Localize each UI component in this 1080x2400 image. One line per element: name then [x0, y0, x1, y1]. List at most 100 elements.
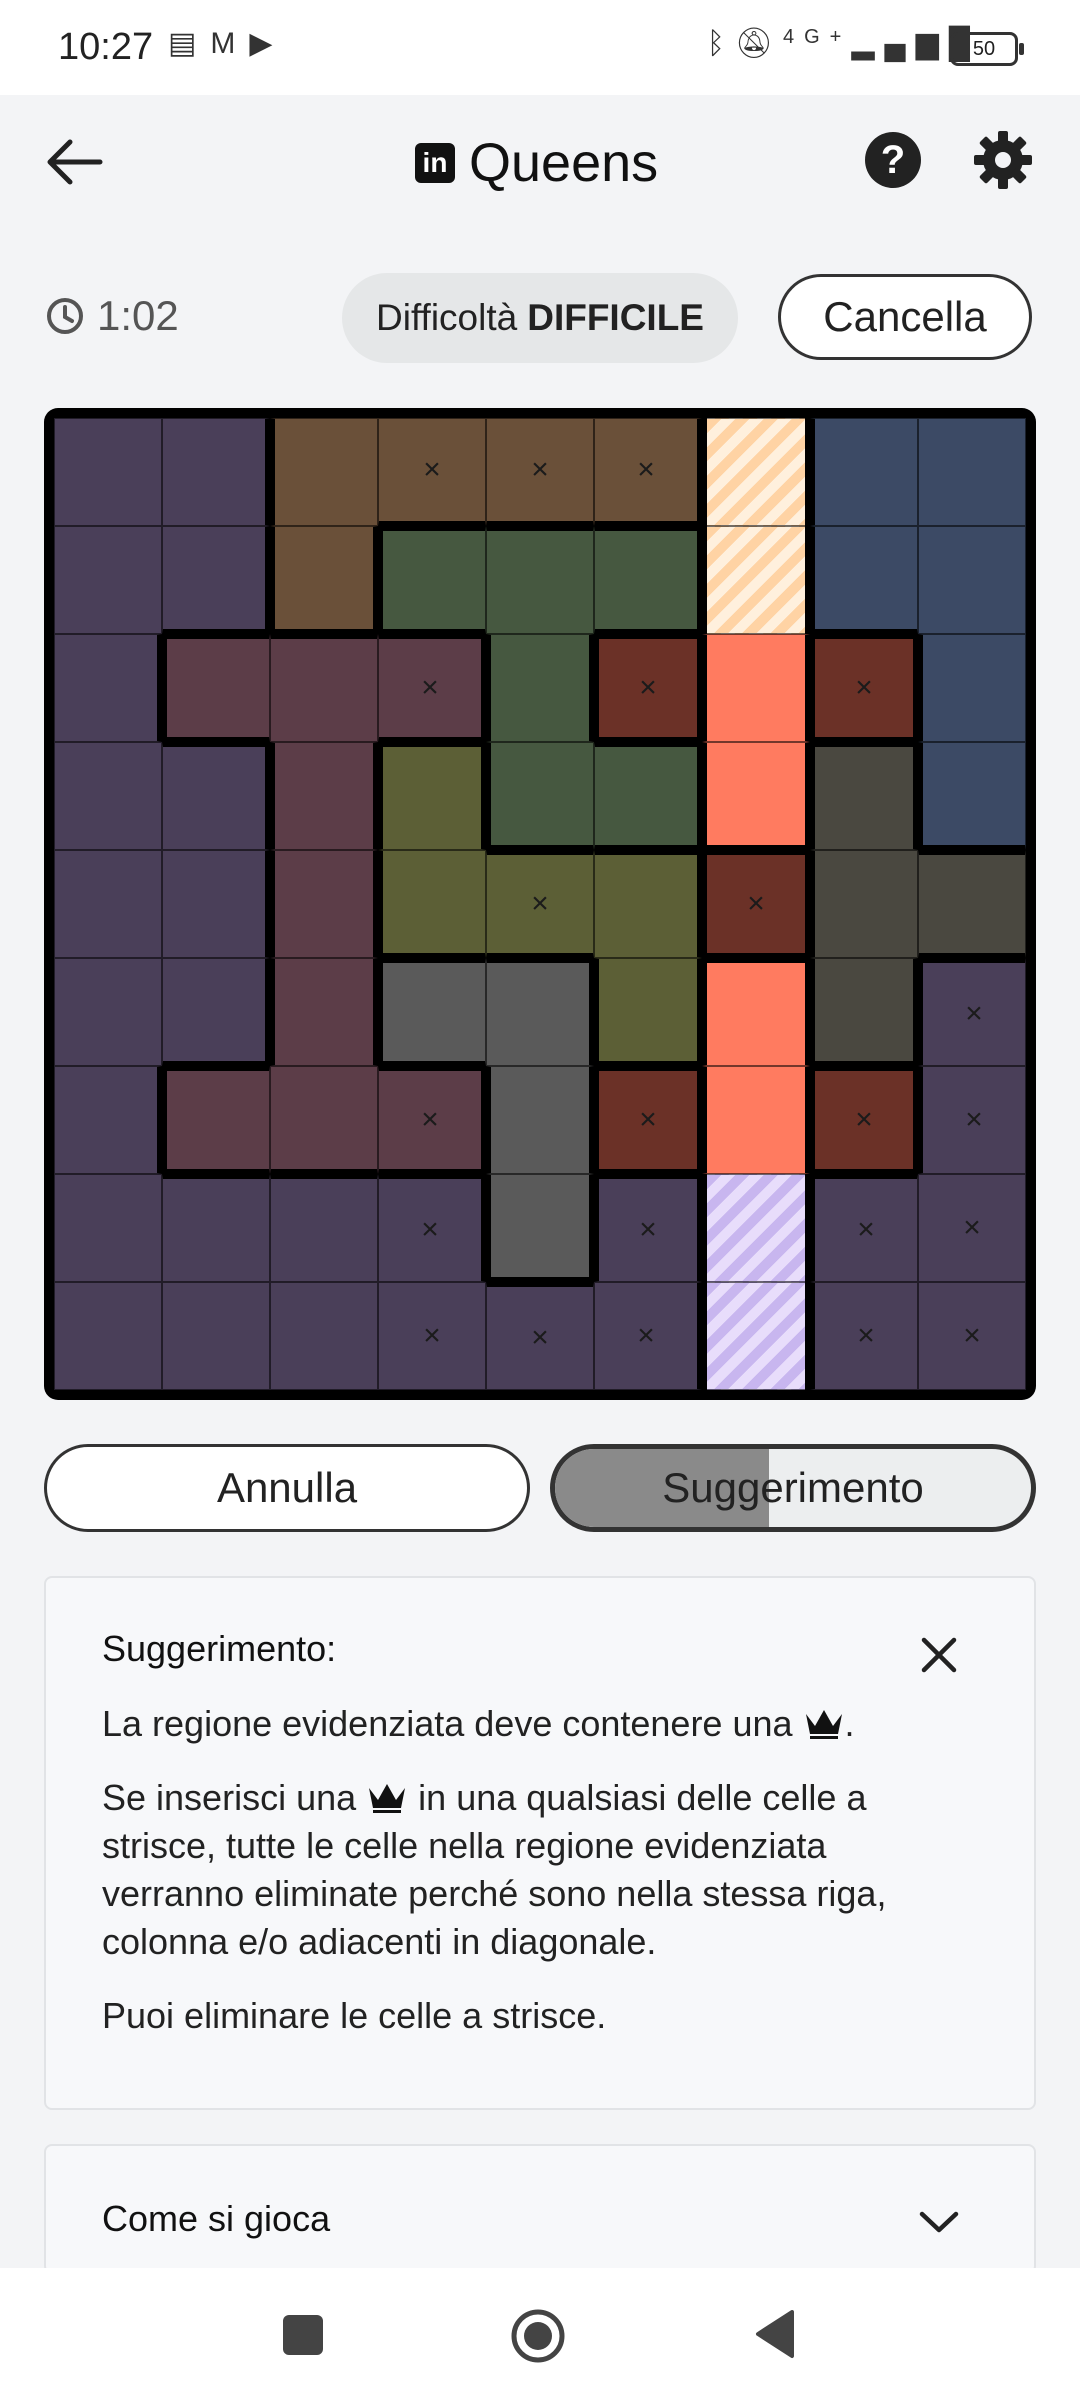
hint-button[interactable]: Suggerimento	[550, 1444, 1036, 1532]
board-cell[interactable]	[486, 958, 594, 1066]
board-cell[interactable]	[270, 634, 378, 742]
board-cell[interactable]: ×	[918, 1282, 1026, 1390]
board-cell[interactable]	[54, 742, 162, 850]
x-mark: ×	[639, 671, 657, 704]
board-cell[interactable]	[702, 1174, 810, 1282]
board-cell[interactable]: ×	[594, 1174, 702, 1282]
board-cell[interactable]	[162, 742, 270, 850]
board-cell[interactable]	[702, 634, 810, 742]
undo-button[interactable]: Annulla	[44, 1444, 530, 1532]
board-cell[interactable]	[162, 418, 270, 526]
board-cell[interactable]: ×	[702, 850, 810, 958]
board-cell[interactable]	[918, 850, 1026, 958]
board-cell[interactable]: ×	[918, 958, 1026, 1066]
board-cell[interactable]	[486, 1174, 594, 1282]
board-cell[interactable]	[54, 526, 162, 634]
board-cell[interactable]	[54, 1174, 162, 1282]
board-cell[interactable]	[270, 526, 378, 634]
how-to-play-accordion[interactable]: Come si gioca	[44, 2144, 1036, 2274]
board-cell[interactable]	[810, 958, 918, 1066]
board-cell[interactable]	[162, 1174, 270, 1282]
board-cell[interactable]	[270, 1174, 378, 1282]
board-cell[interactable]	[486, 1066, 594, 1174]
board-cell[interactable]: ×	[486, 1282, 594, 1390]
x-mark: ×	[747, 887, 765, 920]
board-cell[interactable]: ×	[810, 634, 918, 742]
board-cell[interactable]	[54, 1282, 162, 1390]
board-cell[interactable]: ×	[594, 418, 702, 526]
board-cell[interactable]	[270, 850, 378, 958]
board-cell[interactable]	[54, 958, 162, 1066]
gear-icon[interactable]	[970, 127, 1036, 193]
board-cell[interactable]	[270, 418, 378, 526]
board-cell[interactable]: ×	[378, 634, 486, 742]
board-cell[interactable]	[702, 418, 810, 526]
board-cell[interactable]	[594, 742, 702, 850]
board-cell[interactable]	[810, 418, 918, 526]
board-cell[interactable]	[162, 850, 270, 958]
board-cell[interactable]: ×	[594, 634, 702, 742]
board-cell[interactable]	[594, 958, 702, 1066]
close-icon[interactable]	[918, 1634, 960, 1676]
board-cell[interactable]	[594, 526, 702, 634]
board-cell[interactable]: ×	[486, 850, 594, 958]
board-cell[interactable]	[486, 634, 594, 742]
board-cell[interactable]	[702, 1282, 810, 1390]
board-cell[interactable]	[810, 850, 918, 958]
board-cell[interactable]	[918, 418, 1026, 526]
board-cell[interactable]: ×	[810, 1066, 918, 1174]
recents-icon[interactable]	[283, 2315, 323, 2355]
board-cell[interactable]	[702, 958, 810, 1066]
board-cell[interactable]	[54, 418, 162, 526]
board-cell[interactable]	[54, 634, 162, 742]
board-cell[interactable]	[378, 526, 486, 634]
board-cell[interactable]: ×	[378, 1066, 486, 1174]
board-cell[interactable]	[270, 1066, 378, 1174]
board-cell[interactable]: ×	[486, 418, 594, 526]
board-cell[interactable]	[162, 958, 270, 1066]
board-cell[interactable]	[162, 526, 270, 634]
board-cell[interactable]	[378, 742, 486, 850]
board-cell[interactable]	[918, 634, 1026, 742]
board-cell[interactable]	[162, 1066, 270, 1174]
board-cell[interactable]	[486, 742, 594, 850]
nav-back-icon[interactable]	[752, 2308, 796, 2360]
page-title: Queens	[469, 133, 659, 193]
board-cell[interactable]: ×	[810, 1282, 918, 1390]
board-cell[interactable]	[270, 958, 378, 1066]
board-cell[interactable]	[270, 742, 378, 850]
board-cell[interactable]: ×	[378, 1282, 486, 1390]
help-icon[interactable]: ?	[865, 132, 921, 188]
board-cell[interactable]: ×	[918, 1066, 1026, 1174]
difficulty-value: DIFFICILE	[527, 297, 704, 338]
board-cell[interactable]	[810, 526, 918, 634]
board-cell[interactable]	[918, 742, 1026, 850]
board-cell[interactable]	[702, 1066, 810, 1174]
board-cell[interactable]	[162, 634, 270, 742]
board-cell[interactable]	[702, 526, 810, 634]
back-arrow-icon[interactable]	[40, 127, 110, 197]
board-cell[interactable]	[378, 958, 486, 1066]
board-cell[interactable]	[486, 526, 594, 634]
board-cell[interactable]: ×	[918, 1174, 1026, 1282]
home-icon[interactable]	[510, 2308, 566, 2364]
board-cell[interactable]	[810, 742, 918, 850]
board-cell[interactable]: ×	[594, 1282, 702, 1390]
linkedin-logo-icon: in	[415, 143, 455, 183]
board-cell[interactable]	[54, 850, 162, 958]
board-cell[interactable]: ×	[810, 1174, 918, 1282]
board-cell[interactable]	[918, 526, 1026, 634]
board-cell[interactable]	[54, 1066, 162, 1174]
x-mark: ×	[423, 453, 441, 486]
board-cell[interactable]: ×	[378, 418, 486, 526]
board-cell[interactable]	[378, 850, 486, 958]
board-cell[interactable]: ×	[594, 1066, 702, 1174]
board-cell[interactable]	[702, 742, 810, 850]
board-cell[interactable]	[270, 1282, 378, 1390]
board-cell[interactable]: ×	[378, 1174, 486, 1282]
board-cell[interactable]	[162, 1282, 270, 1390]
board-cell[interactable]	[594, 850, 702, 958]
system-icons: ᛒ🔕︎4G+▂▄▆█	[707, 26, 980, 61]
x-mark: ×	[421, 1103, 439, 1136]
clear-button[interactable]: Cancella	[778, 274, 1032, 360]
